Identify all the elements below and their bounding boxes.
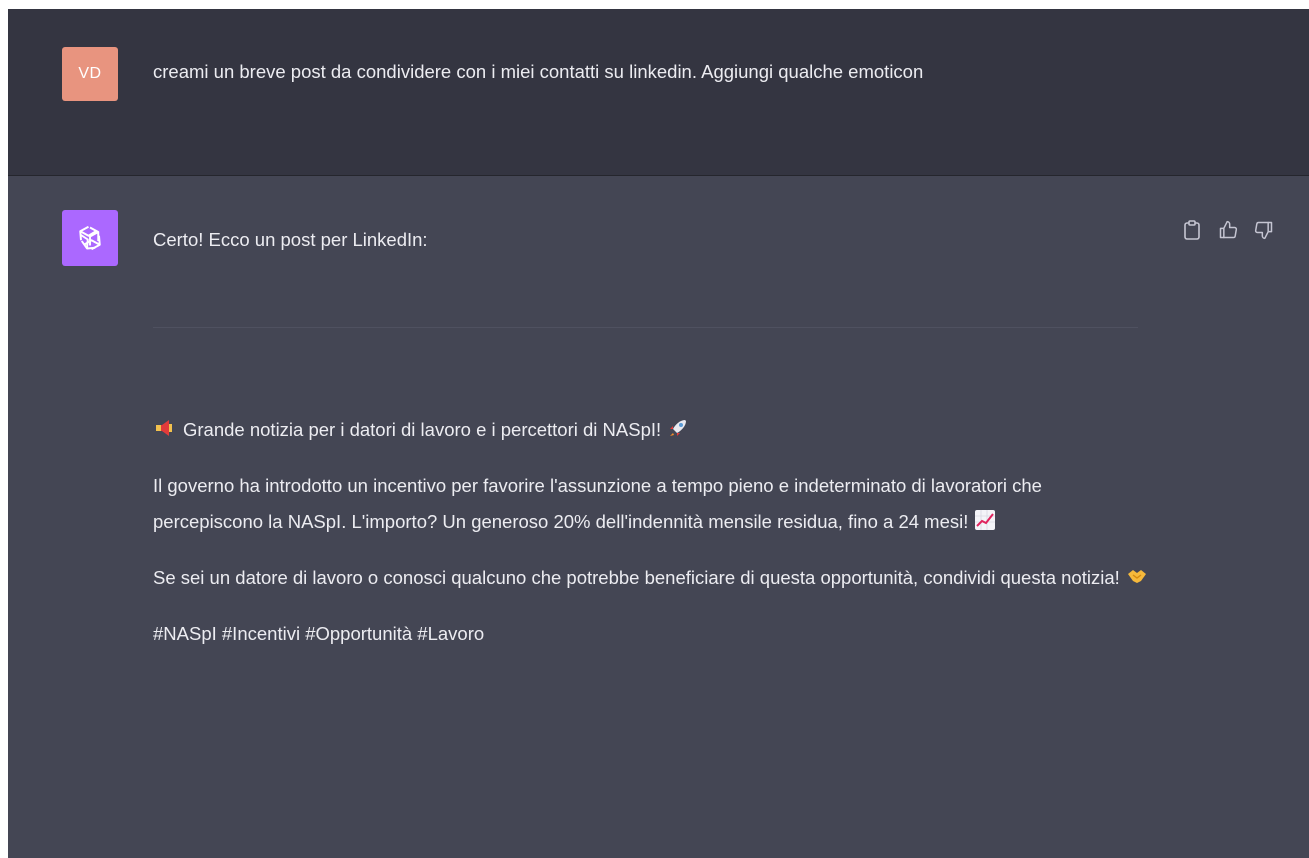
thumbs-up-button[interactable] [1217, 219, 1239, 241]
copy-button[interactable] [1181, 219, 1203, 241]
handshake-icon [1127, 570, 1146, 583]
user-avatar-initials: VD [78, 65, 102, 82]
assistant-avatar [62, 210, 118, 266]
post-hashtags: #NASpI #Incentivi #Opportunità #Lavoro [153, 623, 485, 644]
chat-window: VD creami un breve post da condividere c… [8, 9, 1309, 858]
rocket-icon [670, 420, 687, 436]
copy-icon [1184, 220, 1200, 240]
post-paragraph-1-text: Il governo ha introdotto un incentivo pe… [153, 475, 1042, 532]
assistant-message: Certo! Ecco un post per LinkedIn: Grande… [8, 176, 1309, 858]
post-headline-paragraph: Grande notizia per i datori di lavoro e … [153, 412, 1153, 448]
assistant-intro-text: Certo! Ecco un post per LinkedIn: [153, 229, 428, 250]
openai-logo-icon [79, 225, 101, 251]
chart-increasing-icon [975, 510, 996, 530]
megaphone-icon [156, 420, 172, 436]
thumbs-down-icon [1254, 221, 1273, 240]
post-paragraph-2: Se sei un datore di lavoro o conosci qua… [153, 560, 1153, 596]
user-message-text: creami un breve post da condividere con … [153, 61, 924, 82]
post-paragraph-1: Il governo ha introdotto un incentivo pe… [153, 468, 1153, 540]
user-message: VD creami un breve post da condividere c… [8, 9, 1309, 176]
message-actions [1181, 219, 1275, 241]
user-avatar: VD [62, 47, 118, 101]
post-headline: Grande notizia per i datori di lavoro e … [183, 419, 662, 440]
thumbs-down-button[interactable] [1253, 219, 1275, 241]
post-paragraph-2-text: Se sei un datore di lavoro o conosci qua… [153, 567, 1120, 588]
thumbs-up-icon [1219, 220, 1238, 239]
content-divider [153, 327, 1138, 328]
linkedin-post: Grande notizia per i datori di lavoro e … [153, 412, 1153, 672]
